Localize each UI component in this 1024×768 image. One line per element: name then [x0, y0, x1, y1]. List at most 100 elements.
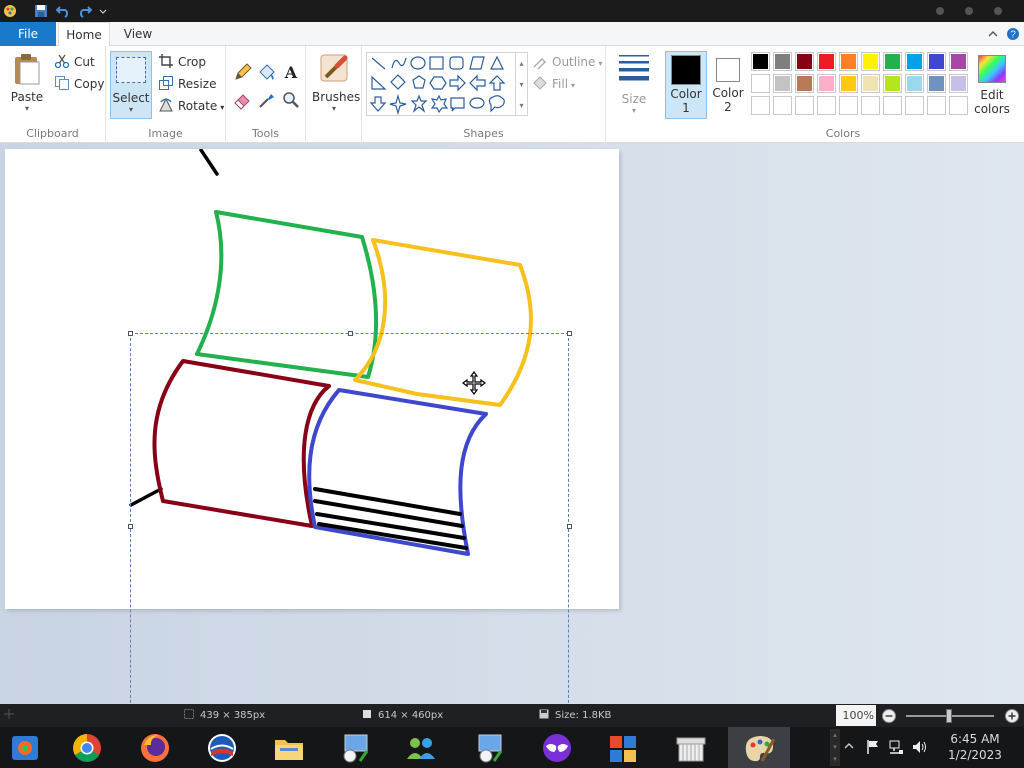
palette-swatch[interactable]	[817, 74, 836, 93]
palette-swatch[interactable]	[751, 74, 770, 93]
color-picker-icon[interactable]	[257, 90, 277, 110]
tab-file[interactable]: File	[0, 22, 56, 46]
palette-swatch[interactable]	[773, 96, 792, 115]
archive-app-icon[interactable]	[672, 731, 710, 765]
selection-rectangle[interactable]	[130, 333, 569, 718]
palette-swatch[interactable]	[905, 52, 924, 71]
selection-resize-handle[interactable]	[128, 331, 133, 336]
color1-button[interactable]: Color 1	[665, 51, 707, 119]
palette-swatch[interactable]	[795, 52, 814, 71]
palette-swatch[interactable]	[883, 96, 902, 115]
brushes-label: Brushes	[312, 90, 361, 104]
save-icon[interactable]	[34, 3, 48, 19]
palette-swatch[interactable]	[883, 52, 902, 71]
network-app-2-icon[interactable]	[471, 731, 509, 765]
obama-logo-app-icon[interactable]	[203, 731, 241, 765]
image-group: Select ▾ Crop Resize Rotate ▾ Image	[106, 46, 226, 143]
maximize-button[interactable]	[965, 7, 973, 15]
fill-bucket-icon[interactable]	[257, 62, 277, 82]
zoom-out-icon[interactable]	[881, 708, 897, 724]
palette-swatch[interactable]	[839, 52, 858, 71]
selection-resize-handle[interactable]	[567, 331, 572, 336]
mask-app-icon[interactable]	[538, 731, 576, 765]
paste-icon	[15, 54, 40, 85]
palette-swatch[interactable]	[949, 96, 968, 115]
collapse-ribbon-icon[interactable]	[987, 28, 999, 40]
network-icon[interactable]	[888, 739, 904, 755]
help-icon[interactable]: ?	[1006, 27, 1020, 41]
rotate-button[interactable]: Rotate ▾	[158, 96, 224, 116]
minimize-button[interactable]	[936, 7, 944, 15]
tab-home[interactable]: Home	[58, 22, 110, 47]
pencil-icon[interactable]	[233, 62, 253, 82]
color2-button[interactable]: Color 2	[708, 51, 748, 119]
palette-swatch[interactable]	[861, 96, 880, 115]
palette-swatch[interactable]	[883, 74, 902, 93]
volume-icon[interactable]	[912, 739, 928, 755]
clock[interactable]: 6:45 AM 1/2/2023	[938, 731, 1012, 763]
brushes-button[interactable]: Brushes ▾	[312, 52, 361, 122]
selection-resize-handle[interactable]	[567, 523, 572, 529]
zoom-slider-thumb[interactable]	[946, 709, 952, 723]
status-bar: 439 × 385px 614 × 460px Size: 1.8KB 100%	[0, 704, 1024, 727]
photo-viewer-icon[interactable]	[6, 731, 44, 765]
palette-swatch[interactable]	[927, 74, 946, 93]
selection-resize-handle[interactable]	[128, 523, 133, 529]
redo-icon[interactable]	[78, 3, 92, 19]
tab-view[interactable]: View	[112, 22, 164, 46]
action-center-flag-icon[interactable]	[866, 739, 880, 755]
select-button[interactable]: Select ▾	[110, 51, 152, 119]
show-hidden-icons-icon[interactable]	[844, 741, 854, 751]
office-app-icon[interactable]	[604, 731, 642, 765]
edit-colors-button[interactable]: Edit colors	[970, 52, 1014, 122]
palette-swatch[interactable]	[773, 74, 792, 93]
file-explorer-icon[interactable]	[270, 731, 308, 765]
palette-swatch[interactable]	[795, 74, 814, 93]
paint-app-taskbar-item[interactable]	[728, 727, 790, 768]
palette-swatch[interactable]	[839, 74, 858, 93]
canvas-workspace[interactable]	[0, 143, 1024, 721]
undo-icon[interactable]	[56, 3, 70, 19]
paste-button[interactable]: Paste ▾	[5, 52, 49, 122]
eraser-icon[interactable]	[233, 90, 253, 110]
palette-swatch[interactable]	[949, 52, 968, 71]
cut-button[interactable]: Cut	[54, 52, 95, 72]
palette-swatch[interactable]	[817, 52, 836, 71]
palette-swatch[interactable]	[905, 96, 924, 115]
resize-button[interactable]: Resize	[158, 74, 216, 94]
palette-swatch[interactable]	[751, 52, 770, 71]
palette-swatch[interactable]	[751, 96, 770, 115]
palette-swatch[interactable]	[817, 96, 836, 115]
people-app-icon[interactable]	[402, 731, 440, 765]
magnifier-icon[interactable]	[281, 90, 301, 110]
palette-swatch[interactable]	[861, 74, 880, 93]
firefox-icon[interactable]	[136, 731, 174, 765]
customize-toolbar-icon[interactable]	[98, 3, 108, 19]
close-button[interactable]	[994, 7, 1002, 15]
chevron-down-icon: ▾	[331, 104, 336, 113]
file-size: Size: 1.8KB	[539, 709, 611, 723]
palette-swatch[interactable]	[905, 74, 924, 93]
text-tool-icon[interactable]: A	[281, 62, 301, 82]
palette-swatch[interactable]	[861, 52, 880, 71]
fill-button[interactable]: Fill ▾	[532, 74, 575, 94]
palette-swatch[interactable]	[949, 74, 968, 93]
system-tray: 6:45 AM 1/2/2023	[824, 727, 1024, 768]
chrome-icon[interactable]	[68, 731, 106, 765]
palette-swatch[interactable]	[927, 52, 946, 71]
zoom-in-icon[interactable]	[1004, 708, 1020, 724]
palette-swatch[interactable]	[927, 96, 946, 115]
palette-swatch[interactable]	[795, 96, 814, 115]
palette-swatch[interactable]	[773, 52, 792, 71]
selection-resize-handle[interactable]	[347, 331, 353, 336]
palette-swatch[interactable]	[839, 96, 858, 115]
shapes-scroll[interactable]: ▴ ▾ ▾	[516, 52, 528, 116]
copy-button[interactable]: Copy	[54, 74, 104, 94]
shapes-gallery-grid[interactable]	[367, 53, 517, 117]
network-app-icon[interactable]	[337, 731, 375, 765]
size-button[interactable]: Size ▾	[612, 52, 656, 122]
outline-button[interactable]: Outline ▾	[532, 52, 602, 72]
scissors-icon	[54, 54, 70, 69]
fill-icon	[533, 76, 547, 90]
crop-button[interactable]: Crop	[158, 52, 206, 72]
